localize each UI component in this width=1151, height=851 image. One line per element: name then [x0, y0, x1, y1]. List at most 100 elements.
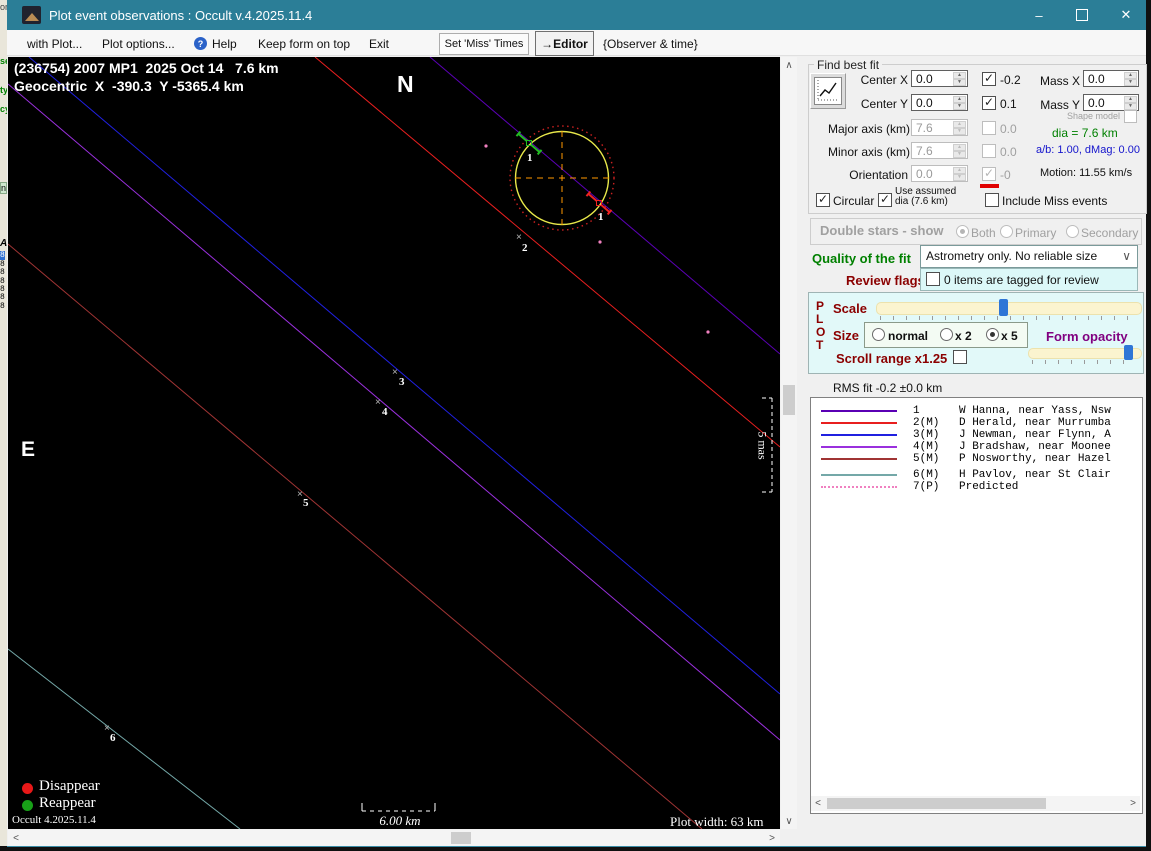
- use-assumed-checkbox[interactable]: [878, 192, 892, 207]
- mass-x-field[interactable]: 0.0 ▲ ▼: [1083, 70, 1139, 87]
- observer-row[interactable]: 7(P) Predicted: [821, 481, 1018, 493]
- plot-vscroll-thumb[interactable]: [783, 385, 795, 415]
- list-scroll-right-icon[interactable]: >: [1126, 796, 1140, 811]
- size-normal-label: normal: [888, 329, 929, 343]
- review-flags-label: Review flags: [846, 273, 925, 288]
- observer-number: 3(M): [913, 429, 940, 441]
- size-x5-radio[interactable]: [986, 328, 999, 341]
- minor-fit-checkbox[interactable]: [982, 144, 996, 158]
- quality-value: Astrometry only. No reliable size: [926, 249, 1098, 263]
- size-normal-radio[interactable]: [872, 328, 885, 341]
- background-fragment: 8: [0, 251, 5, 260]
- close-button[interactable]: ✕: [1103, 0, 1149, 30]
- chord-number-4: 4: [382, 406, 388, 418]
- observer-row[interactable]: 4(M) J Bradshaw, near Moonee: [821, 441, 1111, 453]
- fit-chart-button[interactable]: [810, 73, 846, 109]
- double-primary-radio[interactable]: [1000, 225, 1013, 238]
- chord-number-6: 6: [110, 732, 116, 744]
- maximize-button[interactable]: [1059, 0, 1105, 30]
- set-miss-times-button[interactable]: Set 'Miss' Times: [439, 33, 529, 55]
- review-flags-checkbox[interactable]: [926, 272, 940, 286]
- scroll-range-checkbox[interactable]: [953, 350, 967, 364]
- center-y-spinner[interactable]: ▲ ▼: [953, 96, 966, 110]
- menu-with-plot[interactable]: with Plot...: [27, 37, 82, 51]
- plot-area[interactable]: × 2 × 3 × 4 × 5 × 6 1 1 (236754) 2007 MP1 2025 Oct …: [8, 57, 780, 829]
- disappear-label: Disappear: [39, 778, 100, 794]
- shape-model-checkbox[interactable]: [1124, 110, 1137, 123]
- opacity-slider-thumb[interactable]: [1124, 345, 1133, 360]
- observer-name: Predicted: [959, 481, 1019, 493]
- fit-y-checkbox[interactable]: [982, 95, 996, 110]
- observer-list[interactable]: 1 W Hanna, near Yass, Nsw 2(M) D Herald, ne…: [810, 397, 1143, 814]
- mass-y-field[interactable]: 0.0 ▲ ▼: [1083, 94, 1139, 111]
- editor-button[interactable]: →Editor: [535, 31, 594, 56]
- double-secondary-radio[interactable]: [1066, 225, 1079, 238]
- observer-time-label[interactable]: {Observer & time}: [603, 37, 698, 51]
- list-hscroll-thumb[interactable]: [827, 798, 1046, 809]
- background-fragment: A: [0, 238, 7, 249]
- plot-canvas[interactable]: ×2×3×4×5×611: [8, 57, 780, 829]
- major-fit-checkbox[interactable]: [982, 121, 996, 135]
- center-y-field[interactable]: 0.0 ▲ ▼: [911, 94, 968, 111]
- observer-number: 2(M): [913, 417, 940, 429]
- scroll-up-icon[interactable]: ∧: [781, 57, 797, 73]
- background-fragment: se: [0, 56, 7, 66]
- observer-chord-swatch: [821, 434, 897, 436]
- minimize-button[interactable]: –: [1016, 0, 1062, 30]
- observer-row[interactable]: 1 W Hanna, near Yass, Nsw: [821, 405, 1111, 417]
- plot-hscrollbar[interactable]: [8, 830, 780, 846]
- major-axis-field[interactable]: 7.6 ▲ ▼: [911, 119, 968, 136]
- size-x5-label: x 5: [1001, 329, 1018, 343]
- center-x-field[interactable]: 0.0 ▲ ▼: [911, 70, 968, 87]
- major-axis-label: Major axis (km): [828, 122, 911, 136]
- double-primary-label: Primary: [1015, 226, 1057, 240]
- reappear-dot: [22, 800, 33, 811]
- major-axis-spinner[interactable]: ▲ ▼: [953, 121, 966, 135]
- mass-y-spinner[interactable]: ▲ ▼: [1124, 96, 1137, 110]
- scroll-left-icon[interactable]: <: [8, 830, 24, 846]
- orientation-fit-checkbox[interactable]: [982, 166, 996, 181]
- observer-row[interactable]: 6(M) H Pavlov, near St Clair: [821, 469, 1111, 481]
- minor-axis-spinner[interactable]: ▲ ▼: [953, 144, 966, 158]
- center-x-spinner[interactable]: ▲ ▼: [953, 72, 966, 86]
- plot-hscroll-thumb[interactable]: [451, 832, 471, 844]
- observer-row[interactable]: 5(M) P Nosworthy, near Hazel: [821, 453, 1111, 465]
- help-icon[interactable]: ?: [194, 37, 207, 50]
- disappear-marker-label: 1: [598, 211, 604, 223]
- observer-row[interactable]: 3(M) J Newman, near Flynn, A: [821, 429, 1111, 441]
- fit-x-checkbox[interactable]: [982, 71, 996, 86]
- menu-exit[interactable]: Exit: [369, 37, 389, 51]
- observer-row[interactable]: 2(M) D Herald, near Murrumba: [821, 417, 1111, 429]
- mass-x-spinner[interactable]: ▲ ▼: [1124, 72, 1137, 86]
- quality-dropdown[interactable]: Astrometry only. No reliable size ∨: [920, 245, 1138, 268]
- plot-vscrollbar[interactable]: [781, 57, 797, 829]
- menu-keep-on-top[interactable]: Keep form on top: [258, 37, 350, 51]
- size-x2-radio[interactable]: [940, 328, 953, 341]
- circular-checkbox[interactable]: [816, 192, 830, 207]
- menu-help[interactable]: Help: [212, 37, 237, 51]
- scroll-down-icon[interactable]: ∨: [781, 813, 797, 829]
- major-axis-value: 7.6: [916, 121, 933, 135]
- east-label: E: [21, 438, 36, 461]
- motion-label: Motion: 11.55 km/s: [1040, 167, 1133, 179]
- minor-axis-field[interactable]: 7.6 ▲ ▼: [911, 142, 968, 159]
- list-scroll-left-icon[interactable]: <: [811, 796, 825, 811]
- orientation-field[interactable]: 0.0 ▲ ▼: [911, 165, 968, 182]
- scale-slider[interactable]: [876, 302, 1142, 315]
- chevron-down-icon: ∨: [1122, 249, 1131, 263]
- scale-bar-label: 6.00 km: [379, 813, 421, 828]
- north-label: N: [397, 71, 414, 97]
- background-fragment: or: [0, 2, 7, 12]
- background-fragment: 8: [0, 268, 5, 277]
- observer-chord-swatch: [821, 446, 897, 448]
- orientation-spinner[interactable]: ▲ ▼: [953, 167, 966, 181]
- double-both-radio[interactable]: [956, 225, 969, 238]
- include-miss-checkbox[interactable]: [985, 193, 999, 207]
- scroll-right-icon[interactable]: >: [764, 830, 780, 846]
- chord-line-3: [28, 57, 780, 695]
- menu-plot-options[interactable]: Plot options...: [102, 37, 175, 51]
- background-fragment: ty: [0, 85, 7, 95]
- orientation-fit-value: -0: [1000, 168, 1011, 182]
- size-x2-label: x 2: [955, 329, 972, 343]
- scale-slider-thumb[interactable]: [999, 299, 1008, 316]
